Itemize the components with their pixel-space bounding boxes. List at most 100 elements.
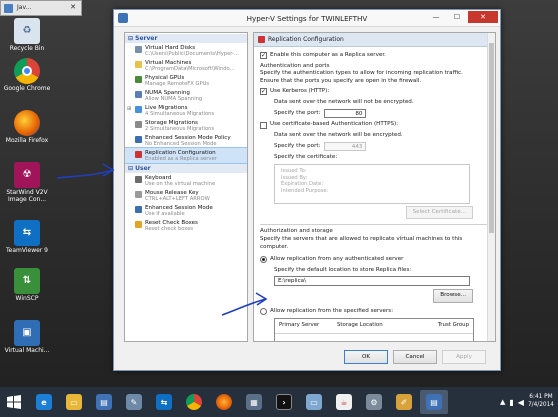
sidebar-item-keyboard[interactable]: Keyboard Use on the virtual machine xyxy=(125,173,247,188)
firefox-icon xyxy=(14,110,40,136)
maximize-button[interactable]: ☐ xyxy=(447,11,467,23)
taskbar-firefox[interactable] xyxy=(210,390,238,414)
command-prompt-icon: › xyxy=(276,394,292,410)
volume-icon[interactable]: ◀ xyxy=(518,398,524,407)
enable-replica-checkbox[interactable]: ✓ Enable this computer as a Replica serv… xyxy=(260,52,386,60)
taskbar-hyper-v-settings[interactable]: ▤ xyxy=(420,390,448,414)
sidebar-item-physical-gpus[interactable]: Physical GPUs Manage RemoteFX GPUs xyxy=(125,73,247,88)
allow-specified-servers-radio[interactable]: Allow replication from the specified ser… xyxy=(260,308,393,316)
taskbar-server-manager[interactable]: ▦ xyxy=(240,390,268,414)
specified-servers-grid[interactable]: Primary Server Storage Location Trust Gr… xyxy=(274,318,474,341)
desktop-icon-chrome[interactable]: Google Chrome xyxy=(2,58,52,93)
migration-icon xyxy=(135,106,142,113)
tools-icon: ✎ xyxy=(126,394,142,410)
title-bar[interactable]: Hyper-V Settings for TWINLEFTHV — ☐ ✕ xyxy=(114,10,500,27)
checkmark-icon: ✓ xyxy=(260,87,267,96)
certificate-auth-checkbox[interactable]: Use certificate-based Authentication (HT… xyxy=(260,121,398,129)
kerberos-port-input[interactable]: 80 xyxy=(324,109,367,119)
taskbar-paint[interactable]: ✐ xyxy=(390,390,418,414)
minimize-button[interactable]: — xyxy=(426,11,446,23)
expand-icon xyxy=(127,90,135,91)
sidebar-item-mouse-release-key[interactable]: Mouse Release Key CTRL+ALT+LEFT ARROW xyxy=(125,188,247,203)
ok-button[interactable]: OK xyxy=(344,350,388,364)
replica-location-input[interactable]: E:\replica\ xyxy=(274,276,470,287)
winscp-icon: ⇅ xyxy=(14,268,40,294)
dialog-buttons: OK Cancel Apply xyxy=(114,350,500,364)
column-header-trust-group[interactable]: Trust Group xyxy=(427,322,469,329)
column-header-storage-location[interactable]: Storage Location xyxy=(337,322,427,329)
scrollbar-thumb[interactable] xyxy=(489,43,494,233)
enable-replica-label: Enable this computer as a Replica server… xyxy=(270,52,386,58)
select-certificate-button[interactable]: Select Certificate... xyxy=(405,205,473,220)
taskbar-settings[interactable]: ⚙ xyxy=(360,390,388,414)
nav-sublabel: 4 Simultaneous Migrations xyxy=(145,111,215,117)
close-button[interactable]: ✕ xyxy=(468,11,498,23)
desktop-icon-label: Recycle Bin xyxy=(9,45,45,52)
firefox-taskbar-icon xyxy=(216,394,232,410)
taskbar-internet-explorer[interactable]: e xyxy=(30,390,58,414)
expand-icon xyxy=(127,150,135,151)
taskbar-tools[interactable]: ✎ xyxy=(120,390,148,414)
sidebar-item-virtual-machines[interactable]: Virtual Machines C:\ProgramData\Microsof… xyxy=(125,58,247,73)
nav-sublabel: Enabled as a Replica server xyxy=(145,156,217,162)
close-icon[interactable]: ✕ xyxy=(70,3,76,11)
sidebar-item-enhanced-session-policy[interactable]: Enhanced Session Mode Policy No Enhanced… xyxy=(125,133,247,148)
taskbar-computer[interactable]: ▭ xyxy=(300,390,328,414)
annotation-arrow-sidebar xyxy=(56,163,115,179)
sidebar-item-numa-spanning[interactable]: NUMA Spanning Allow NUMA Spanning xyxy=(125,88,247,103)
allow-any-server-radio[interactable]: Allow replication from any authenticated… xyxy=(260,256,403,264)
taskbar-chrome[interactable] xyxy=(180,390,208,414)
folder-icon xyxy=(135,61,142,68)
taskbar-teamviewer[interactable]: ⇆ xyxy=(150,390,178,414)
auth-ports-title: Authentication and ports xyxy=(260,62,330,69)
desktop-icon-recycle-bin[interactable]: ♻ Recycle Bin xyxy=(2,18,52,53)
sidebar-item-virtual-hard-disks[interactable]: Virtual Hard Disks C:\Users\Public\Docum… xyxy=(125,43,247,58)
sidebar-item-enhanced-session-mode[interactable]: Enhanced Session Mode Use if available xyxy=(125,203,247,218)
replication-icon xyxy=(258,36,265,43)
sidebar-item-live-migrations[interactable]: ⊞ Live Migrations 4 Simultaneous Migrati… xyxy=(125,103,247,118)
nav-sublabel: No Enhanced Session Mode xyxy=(145,141,217,147)
vertical-scrollbar[interactable] xyxy=(487,33,495,341)
certificate-port-input[interactable]: 443 xyxy=(324,142,367,152)
expand-icon xyxy=(127,75,135,76)
expand-icon xyxy=(127,60,135,61)
mouse-icon xyxy=(135,191,142,198)
desktop-icon-firefox[interactable]: Mozilla Firefox xyxy=(2,110,52,145)
taskbar-hyper-v-manager[interactable]: ▤ xyxy=(90,390,118,414)
start-button[interactable] xyxy=(0,390,28,414)
network-icon[interactable]: ▮ xyxy=(509,398,513,407)
desktop-icon-virtual-machine[interactable]: ▣ Virtual Machi... xyxy=(2,320,52,355)
kerberos-checkbox[interactable]: ✓ Use Kerberos (HTTP): xyxy=(260,88,329,96)
nav-sublabel: Reset check boxes xyxy=(145,226,194,232)
expand-icon[interactable]: ⊞ xyxy=(127,105,135,112)
desktop-icon-teamviewer[interactable]: ⇆ TeamViewer 9 xyxy=(2,220,52,255)
server-section-header: ⊟ Server xyxy=(125,34,247,43)
desktop-icon-winscp[interactable]: ⇅ WinSCP xyxy=(2,268,52,303)
checkmark-icon: ✓ xyxy=(260,51,267,60)
desktop-icon-starwind[interactable]: ☢ StarWind V2V Image Con... xyxy=(2,162,52,204)
apply-button[interactable]: Apply xyxy=(442,350,486,364)
cert-purpose: Intended Purpose: xyxy=(281,188,329,195)
nav-sublabel: C:\ProgramData\Microsoft\Windo... xyxy=(145,66,235,72)
taskbar-file-explorer[interactable]: ▭ xyxy=(60,390,88,414)
java-icon: ☕ xyxy=(336,394,352,410)
sidebar-item-reset-check-boxes[interactable]: Reset Check Boxes Reset check boxes xyxy=(125,218,247,233)
sidebar-item-replication-configuration[interactable]: Replication Configuration Enabled as a R… xyxy=(125,147,247,164)
show-hidden-icons-icon[interactable]: ▲ xyxy=(500,398,505,406)
cancel-button[interactable]: Cancel xyxy=(393,350,437,364)
taskbar-java[interactable]: ☕ xyxy=(330,390,358,414)
column-header-primary-server[interactable]: Primary Server xyxy=(279,322,337,329)
server-manager-icon: ▦ xyxy=(246,394,262,410)
desktop-icon-label: StarWind V2V Image Con... xyxy=(6,189,48,203)
radio-selected xyxy=(260,256,267,264)
default-location-label: Specify the default location to store Re… xyxy=(274,266,412,273)
browse-button[interactable]: Browse... xyxy=(433,289,473,303)
panel-title: Replication Configuration xyxy=(268,36,344,43)
certificate-port-label: Specify the port: xyxy=(274,143,321,150)
clock[interactable]: 6:41 PM 7/4/2014 xyxy=(528,394,554,409)
taskbar: e ▭ ▤ ✎ ⇆ ▦ › ▭ ☕ ⚙ ✐ ▤ ▲ ▮ ◀ 6:41 PM 7/… xyxy=(0,387,558,417)
sidebar-item-storage-migrations[interactable]: Storage Migrations 2 Simultaneous Migrat… xyxy=(125,118,247,133)
nav-sublabel: Use on the virtual machine xyxy=(145,181,216,187)
java-window-tab[interactable]: Jav... ✕ xyxy=(0,0,82,16)
taskbar-command-prompt[interactable]: › xyxy=(270,390,298,414)
